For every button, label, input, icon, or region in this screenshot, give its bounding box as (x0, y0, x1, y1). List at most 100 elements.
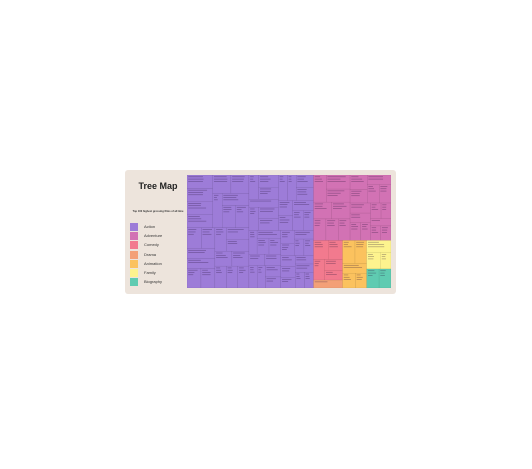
treemap-cell (342, 272, 356, 288)
cell-label-mark (188, 269, 198, 271)
treemap-cell (201, 227, 216, 249)
cell-label-mark (295, 234, 307, 235)
cell-label-mark (305, 240, 311, 242)
cell-label-mark (295, 242, 300, 244)
cell-label-mark (250, 176, 254, 178)
cell-label-mark (236, 211, 244, 213)
treemap-cell (313, 218, 327, 241)
cell-label-mark (282, 278, 292, 280)
cell-label-mark (381, 232, 387, 233)
cell-label-mark (279, 206, 287, 208)
treemap-cell (212, 193, 223, 229)
cell-label-mark (239, 269, 246, 271)
cell-label-mark (266, 280, 274, 282)
treemap-cell (313, 201, 332, 220)
cell-label-mark (368, 178, 384, 180)
cell-label-mark (227, 241, 237, 242)
cell-label-mark (367, 258, 374, 260)
treemap-cell (187, 248, 216, 259)
cell-label-mark (282, 249, 287, 250)
cell-label-mark (188, 233, 194, 235)
legend-label: Adventure (144, 233, 163, 239)
treemap-cell (313, 259, 325, 281)
cell-label-mark (327, 225, 335, 226)
cell-label-mark (227, 229, 244, 230)
treemap-cell (354, 240, 367, 264)
cell-label-mark (233, 257, 243, 258)
cell-label-mark (305, 245, 311, 246)
cell-label-mark (314, 241, 322, 243)
cell-label-mark (304, 212, 311, 213)
cell-label-mark (282, 257, 289, 258)
cell-label-mark (314, 176, 321, 178)
cell-label-mark (250, 213, 255, 214)
cell-label-mark (351, 206, 363, 208)
cell-label-mark (260, 176, 269, 178)
cell-label-mark (295, 245, 299, 246)
cell-label-mark (314, 246, 323, 248)
cell-label-mark (227, 272, 233, 273)
cell-label-mark (339, 222, 345, 224)
treemap-cell (380, 202, 391, 219)
cell-label-mark (381, 227, 388, 229)
cell-label-mark (305, 273, 310, 275)
cell-label-mark (260, 208, 275, 210)
treemap-cell (370, 218, 391, 227)
cell-label-mark (216, 229, 223, 230)
cell-label-mark (326, 274, 337, 275)
legend-swatch (130, 232, 138, 241)
treemap-cell (295, 272, 305, 288)
cell-label-mark (188, 259, 201, 261)
cell-label-mark (188, 194, 203, 196)
treemap-cell (292, 210, 304, 231)
chart-card: Tree Map Top 100 highest grossing films … (125, 170, 396, 294)
cell-label-mark (258, 269, 261, 271)
cell-label-mark (314, 205, 323, 207)
cell-label-mark (367, 275, 373, 276)
cell-label-mark (327, 190, 345, 192)
cell-label-mark (250, 236, 255, 238)
cell-label-mark (250, 258, 259, 259)
cell-label-mark (294, 202, 306, 203)
cell-label-mark (314, 265, 319, 267)
cell-label-mark (258, 242, 266, 244)
cell-label-mark (314, 220, 321, 222)
cell-label-mark (250, 271, 255, 273)
cell-label-mark (351, 176, 359, 178)
cell-label-mark (188, 249, 206, 251)
cell-label-mark (279, 176, 284, 178)
cell-label-mark (362, 228, 368, 230)
cell-label-mark (188, 252, 205, 253)
cell-label-mark (266, 269, 278, 271)
treemap-cell (214, 265, 227, 288)
cell-label-mark (279, 181, 285, 182)
cell-label-mark (227, 243, 238, 244)
cell-label-mark (260, 220, 273, 221)
cell-label-mark (202, 229, 213, 230)
cell-label-mark (296, 267, 308, 269)
cell-label-mark (279, 219, 290, 221)
treemap-cell (221, 205, 236, 229)
cell-label-mark (356, 241, 365, 243)
treemap-cell (349, 212, 371, 223)
cell-label-mark (380, 190, 387, 192)
cell-label-mark (343, 276, 350, 278)
cell-label-mark (250, 208, 255, 210)
cell-label-mark (258, 271, 262, 273)
treemap-cell (248, 265, 258, 288)
cell-label-mark (202, 233, 212, 235)
cell-label-mark (213, 194, 219, 196)
cell-label-mark (367, 254, 373, 255)
cell-label-mark (314, 178, 322, 180)
cell-label-mark (188, 192, 204, 193)
cell-label-mark (371, 220, 380, 221)
legend-item-family: Family (130, 268, 186, 278)
cell-label-mark (270, 242, 279, 244)
cell-label-mark (202, 269, 208, 271)
cell-label-mark (371, 209, 379, 210)
cell-label-mark (297, 193, 308, 195)
cell-label-mark (343, 241, 349, 243)
cell-label-mark (232, 178, 244, 180)
treemap-cell (304, 272, 314, 288)
treemap-cell (214, 251, 233, 267)
